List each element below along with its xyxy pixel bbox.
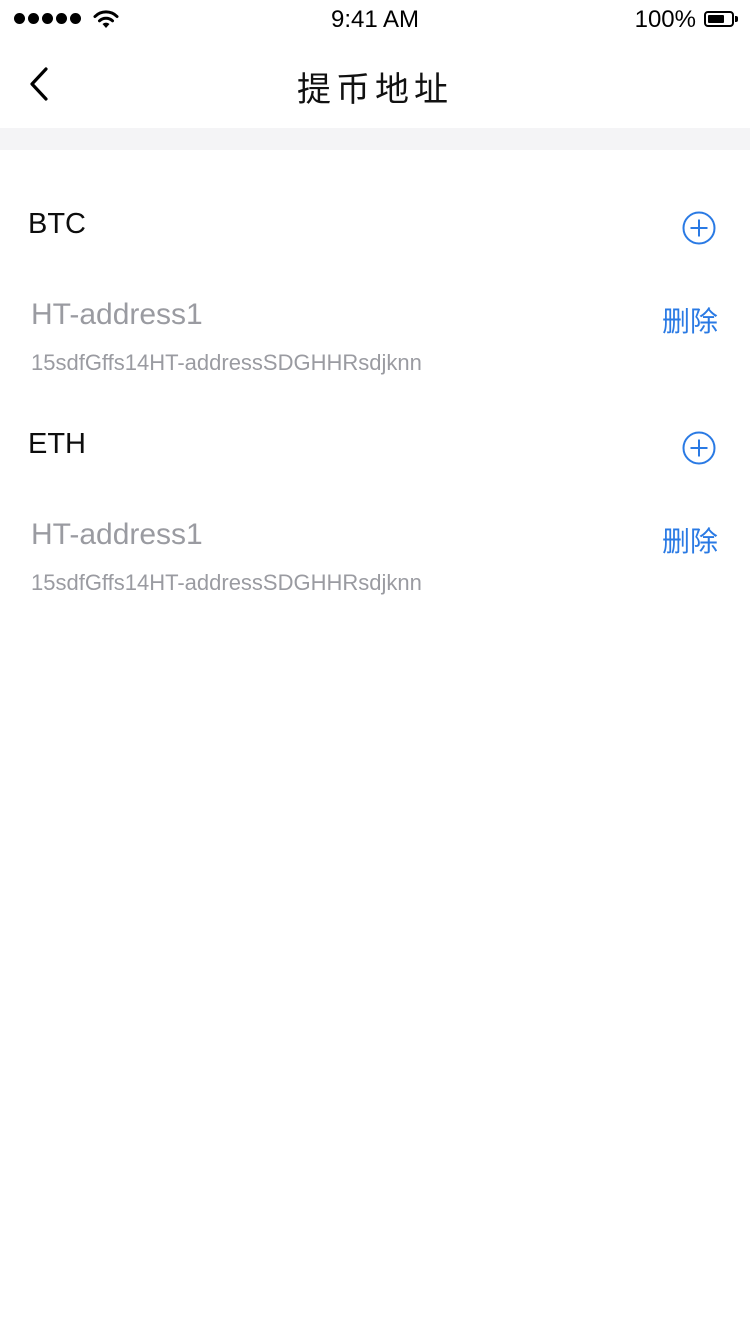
- address-value: 15sdfGffs14HT-addressSDGHHRsdjknn: [31, 570, 422, 595]
- currency-title: BTC: [28, 208, 86, 240]
- delete-button[interactable]: 删除: [662, 300, 718, 340]
- battery-percent: 100%: [634, 6, 696, 33]
- plus-circle-icon[interactable]: [682, 211, 716, 245]
- header-divider: [0, 128, 750, 150]
- page-title: 提币地址: [297, 70, 453, 110]
- status-bar: 9:41 AM 100%: [0, 0, 750, 40]
- address-name: HT-address1: [31, 298, 203, 331]
- battery-icon: [704, 11, 738, 27]
- plus-circle-icon[interactable]: [682, 431, 716, 465]
- address-value: 15sdfGffs14HT-addressSDGHHRsdjknn: [31, 350, 422, 375]
- address-name: HT-address1: [31, 518, 203, 551]
- currency-title: ETH: [28, 428, 86, 460]
- delete-button[interactable]: 删除: [662, 520, 718, 560]
- nav-bar: 提币地址: [0, 40, 750, 128]
